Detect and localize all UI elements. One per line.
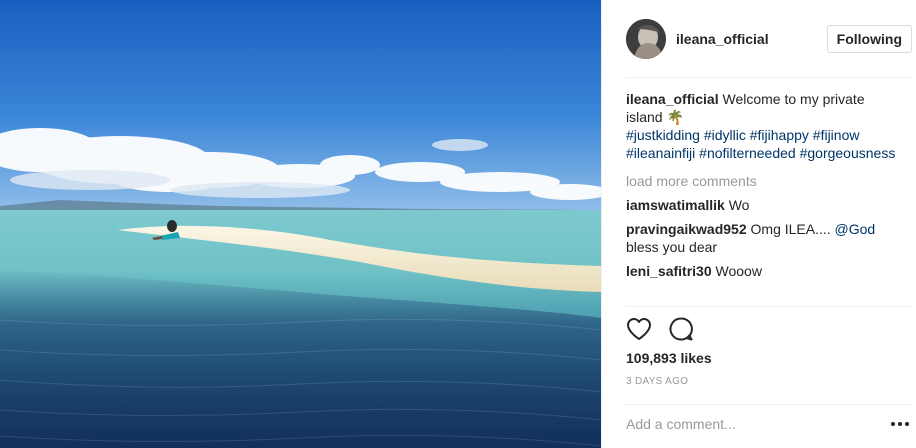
profile-picture xyxy=(626,19,666,59)
palm-tree-emoji: 🌴 xyxy=(666,109,684,125)
mention-link[interactable]: @God xyxy=(835,221,876,237)
hashtag-nofilterneeded[interactable]: #nofilterneeded xyxy=(699,145,796,161)
comment-list: ileana_official Welcome to my private is… xyxy=(626,90,896,280)
following-button[interactable]: Following xyxy=(826,25,912,53)
comment-text: Omg ILEA.... xyxy=(750,221,831,237)
comment-item: leni_safitri30 Wooow xyxy=(626,262,896,280)
more-options-icon[interactable] xyxy=(888,412,912,436)
post-photo[interactable] xyxy=(0,0,601,448)
heart-icon[interactable] xyxy=(626,317,652,341)
instagram-post: ileana_official Following ileana_officia… xyxy=(0,0,916,448)
action-bar xyxy=(626,316,694,342)
comment-text: Wooow xyxy=(715,263,762,279)
comment-text-continued: bless you dear xyxy=(626,239,718,255)
hashtag-fijihappy[interactable]: #fijihappy xyxy=(750,127,809,143)
author-username[interactable]: ileana_official xyxy=(676,31,769,47)
add-comment-divider xyxy=(626,404,912,405)
comment-username[interactable]: iamswatimallik xyxy=(626,197,725,213)
caption-username[interactable]: ileana_official xyxy=(626,91,719,107)
beach-photo xyxy=(0,0,601,448)
comment-username[interactable]: leni_safitri30 xyxy=(626,263,712,279)
comment-username[interactable]: pravingaikwad952 xyxy=(626,221,747,237)
hashtag-idyllic[interactable]: #idyllic xyxy=(704,127,746,143)
hashtag-gorgeousness[interactable]: #gorgeousness xyxy=(800,145,896,161)
comment-item: pravingaikwad952 Omg ILEA.... @God bless… xyxy=(626,220,896,256)
add-comment-bar xyxy=(626,408,912,440)
hashtag-justkidding[interactable]: #justkidding xyxy=(626,127,700,143)
avatar[interactable] xyxy=(626,19,666,59)
actions-divider xyxy=(626,306,912,307)
post-details-panel: ileana_official Following ileana_officia… xyxy=(601,0,916,448)
comment-item: iamswatimallik Wo xyxy=(626,196,896,214)
comment-text: Wo xyxy=(728,197,750,213)
post-timestamp[interactable]: 3 DAYS AGO xyxy=(626,376,688,387)
load-more-comments-link[interactable]: load more comments xyxy=(626,172,896,190)
comment-bubble-icon[interactable] xyxy=(668,316,694,342)
post-header: ileana_official Following xyxy=(626,18,912,60)
likes-count[interactable]: 109,893 likes xyxy=(626,350,712,366)
caption: ileana_official Welcome to my private is… xyxy=(626,90,896,162)
header-divider xyxy=(626,77,912,78)
hashtag-ileanainfiji[interactable]: #ileanainfiji xyxy=(626,145,695,161)
hashtag-fijinow[interactable]: #fijinow xyxy=(813,127,860,143)
add-comment-input[interactable] xyxy=(626,416,888,432)
